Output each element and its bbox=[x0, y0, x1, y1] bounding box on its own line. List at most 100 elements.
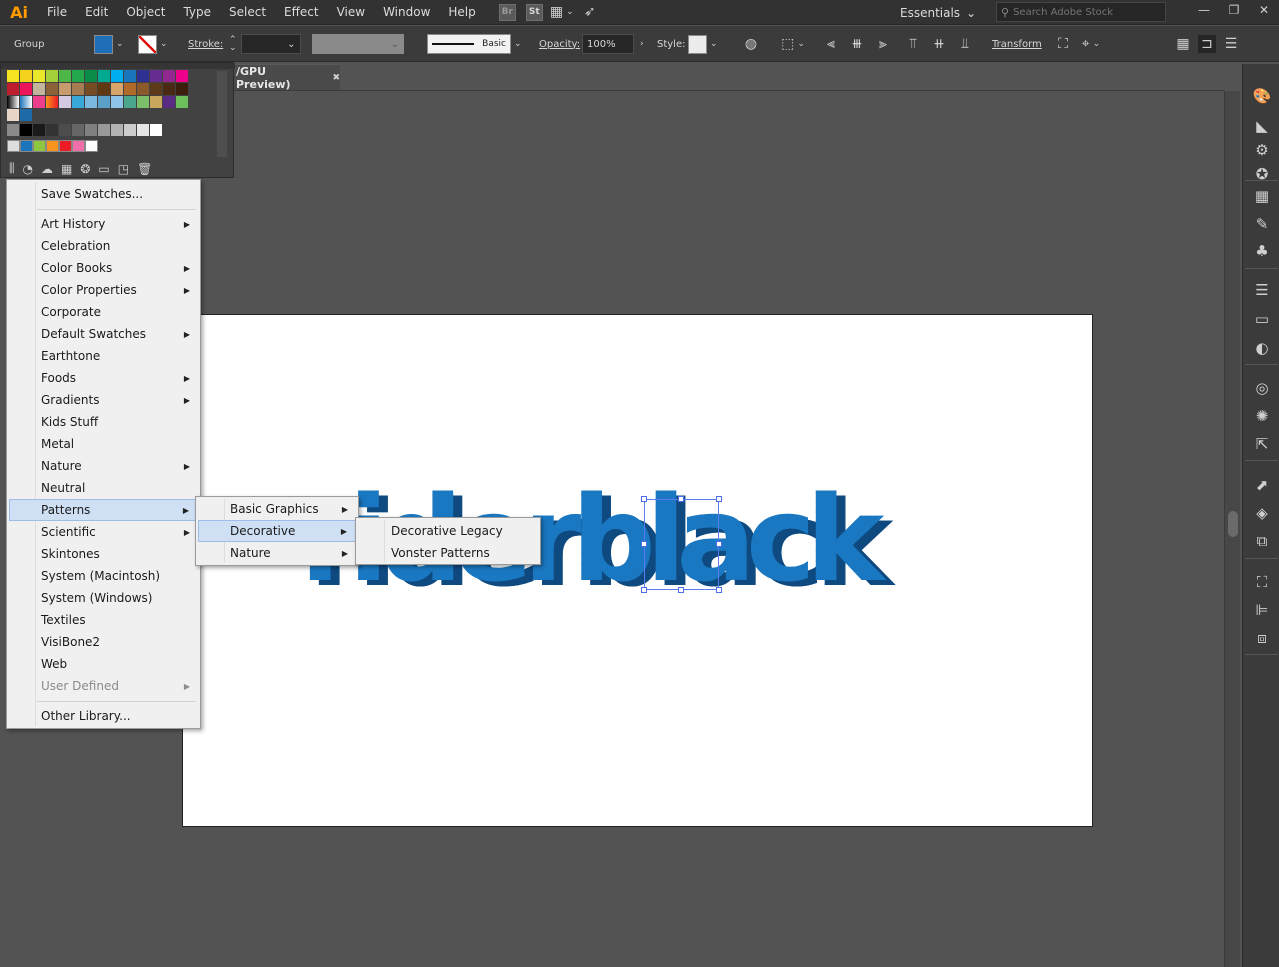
swatch[interactable] bbox=[137, 96, 150, 108]
align-left-icon[interactable]: ⫷ bbox=[822, 35, 840, 53]
graphic-style-swatch[interactable] bbox=[688, 34, 707, 54]
stepper-icon[interactable]: ⌃ ⌄ bbox=[229, 36, 237, 53]
graphic-style-control[interactable]: ⌄ bbox=[688, 26, 718, 62]
menu-item-celebration[interactable]: Celebration bbox=[9, 235, 198, 257]
menu-item-other-library[interactable]: Other Library... bbox=[9, 705, 198, 727]
menu-item-nature[interactable]: Nature ▶ bbox=[9, 455, 198, 477]
menu-edit[interactable]: Edit bbox=[76, 0, 117, 25]
swatch[interactable] bbox=[98, 83, 111, 95]
menu-item-metal[interactable]: Metal bbox=[9, 433, 198, 455]
swatch[interactable] bbox=[85, 96, 98, 108]
transform-link[interactable]: Transform bbox=[992, 39, 1042, 50]
stroke-icon[interactable]: ☰ bbox=[1251, 280, 1273, 300]
menu-item-color-books[interactable]: Color Books ▶ bbox=[9, 257, 198, 279]
menu-item-web[interactable]: Web bbox=[9, 653, 198, 675]
swatch[interactable] bbox=[137, 70, 150, 82]
menu-item-gradients[interactable]: Gradients ▶ bbox=[9, 389, 198, 411]
swatch[interactable] bbox=[150, 83, 163, 95]
arrange-documents-icon[interactable]: ▦ ⌄ bbox=[550, 3, 574, 21]
selection-handle[interactable] bbox=[678, 587, 684, 593]
swatch[interactable] bbox=[59, 70, 72, 82]
swatch[interactable] bbox=[7, 140, 20, 152]
puppet-warp-icon[interactable]: ⌖ ⌄ bbox=[1082, 35, 1100, 53]
brush-definition-control[interactable]: Basic ⌄ bbox=[427, 26, 522, 62]
menu-item-save-swatches[interactable]: Save Swatches... bbox=[9, 183, 198, 205]
export-icon[interactable]: ⬈ bbox=[1251, 475, 1273, 495]
control-panel-menu-icon[interactable]: ⊐ bbox=[1198, 35, 1216, 53]
gpu-rocket-icon[interactable]: ➶ bbox=[581, 3, 599, 21]
align-top-icon[interactable]: ⫪ bbox=[904, 35, 922, 53]
swatch[interactable] bbox=[163, 70, 176, 82]
swatch[interactable] bbox=[176, 70, 189, 82]
swatches-panel-header[interactable] bbox=[1, 63, 235, 69]
align-bottom-icon[interactable]: ⫫ bbox=[956, 35, 974, 53]
swatch[interactable] bbox=[137, 83, 150, 95]
stock-button[interactable]: St bbox=[525, 3, 543, 21]
menu-item-corporate[interactable]: Corporate bbox=[9, 301, 198, 323]
new-color-group-icon[interactable]: ▭ bbox=[98, 162, 109, 176]
swatch[interactable] bbox=[72, 124, 85, 136]
swatch[interactable] bbox=[72, 140, 85, 152]
selection-bounding-box[interactable] bbox=[641, 496, 722, 593]
align-vcenter-icon[interactable]: ⧺ bbox=[930, 35, 948, 53]
menu-item-default-swatches[interactable]: Default Swatches ▶ bbox=[9, 323, 198, 345]
menu-item-system-windows[interactable]: System (Windows) bbox=[9, 587, 198, 609]
swatch[interactable] bbox=[150, 70, 163, 82]
align-icon[interactable]: ⊫ bbox=[1251, 600, 1273, 620]
swatch[interactable] bbox=[137, 124, 150, 136]
selection-handle[interactable] bbox=[716, 496, 722, 502]
vertical-scrollbar[interactable] bbox=[1224, 91, 1240, 967]
swatch[interactable] bbox=[46, 70, 59, 82]
document-tab[interactable]: /GPU Preview) ✖ bbox=[234, 64, 340, 91]
menu-select[interactable]: Select bbox=[220, 0, 275, 25]
align-to-icon[interactable]: ⬚ ⌄ bbox=[781, 35, 805, 53]
brush-field[interactable]: Basic bbox=[427, 34, 511, 54]
menu-item-system-macintosh[interactable]: System (Macintosh) bbox=[9, 565, 198, 587]
color-panel-icon[interactable]: 🎨 bbox=[1251, 86, 1273, 106]
cloud-icon[interactable]: ☁ bbox=[41, 162, 53, 176]
menu-type[interactable]: Type bbox=[174, 0, 220, 25]
swatch[interactable] bbox=[150, 124, 163, 136]
restore-button[interactable]: ❐ bbox=[1219, 0, 1249, 22]
swatches-scrollbar[interactable] bbox=[217, 71, 227, 157]
menu-item-foods[interactable]: Foods ▶ bbox=[9, 367, 198, 389]
stroke-weight-field[interactable]: ⌄ bbox=[240, 34, 301, 54]
close-icon[interactable]: ✖ bbox=[332, 73, 340, 83]
cc-libraries-icon[interactable]: ⚙ bbox=[1251, 140, 1273, 160]
selection-handle[interactable] bbox=[678, 496, 684, 502]
swatch[interactable] bbox=[20, 83, 33, 95]
swatch[interactable] bbox=[85, 124, 98, 136]
color-guide-icon[interactable]: ◣ bbox=[1251, 116, 1273, 136]
swatch[interactable] bbox=[33, 140, 46, 152]
opacity-label[interactable]: Opacity: bbox=[539, 39, 580, 50]
pathfinder-icon[interactable]: ⧈ bbox=[1251, 628, 1273, 648]
bridge-button[interactable]: Br bbox=[498, 3, 516, 21]
swatches-icon[interactable]: ▦ bbox=[1251, 186, 1273, 206]
swatch[interactable] bbox=[124, 83, 137, 95]
gradient-icon[interactable]: ▭ bbox=[1251, 309, 1273, 329]
asset-export-icon[interactable]: ⇱ bbox=[1251, 434, 1273, 454]
menu-item-textiles[interactable]: Textiles bbox=[9, 609, 198, 631]
swatch-options-icon[interactable]: ❂ bbox=[80, 162, 90, 176]
swatch[interactable] bbox=[124, 70, 137, 82]
swatch[interactable] bbox=[20, 109, 33, 121]
swatch[interactable] bbox=[176, 83, 189, 95]
swatch[interactable] bbox=[20, 124, 33, 136]
swatch[interactable] bbox=[59, 124, 72, 136]
menu-item-scientific[interactable]: Scientific ▶ bbox=[9, 521, 198, 543]
menu-item-color-properties[interactable]: Color Properties ▶ bbox=[9, 279, 198, 301]
menu-item-kids-stuff[interactable]: Kids Stuff bbox=[9, 411, 198, 433]
swatch[interactable] bbox=[85, 83, 98, 95]
swatch[interactable] bbox=[72, 70, 85, 82]
swatch[interactable] bbox=[163, 96, 176, 108]
swatch[interactable] bbox=[111, 96, 124, 108]
selection-handle[interactable] bbox=[641, 587, 647, 593]
menu-item-decorative[interactable]: Decorative ▶ bbox=[198, 520, 356, 542]
swatch[interactable] bbox=[46, 140, 59, 152]
swatch[interactable] bbox=[7, 124, 20, 136]
swatch-libraries-menu-icon[interactable]: ⫼ bbox=[9, 161, 15, 176]
transparency-icon[interactable]: ◐ bbox=[1251, 338, 1273, 358]
stroke-none-swatch[interactable] bbox=[138, 34, 157, 54]
swatch[interactable] bbox=[150, 96, 163, 108]
swatch[interactable] bbox=[72, 96, 85, 108]
